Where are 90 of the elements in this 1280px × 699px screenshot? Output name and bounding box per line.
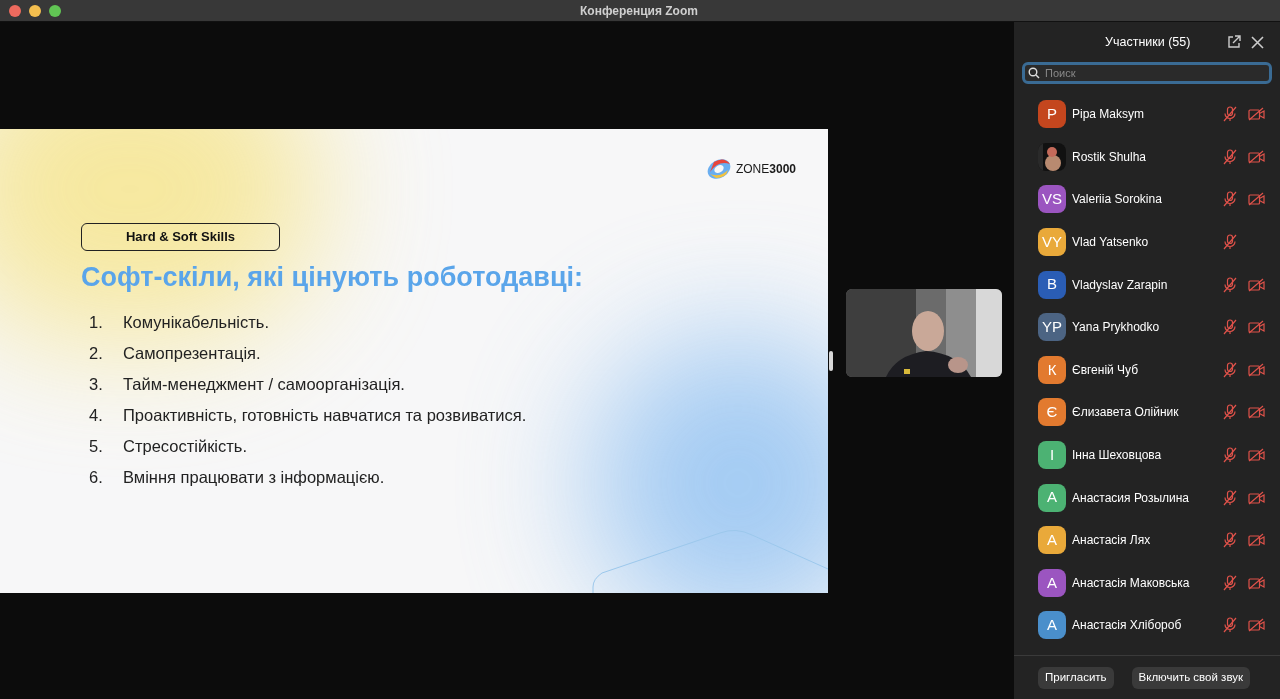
avatar: Є: [1038, 398, 1066, 427]
list-item: Стресостійкість.: [123, 435, 247, 457]
participant-name: Pipa Maksym: [1072, 106, 1146, 124]
avatar: VS: [1038, 185, 1066, 214]
participant-name: Анастасия Розылина: [1072, 489, 1191, 507]
video-off-icon[interactable]: [1247, 533, 1265, 548]
close-icon[interactable]: [1251, 35, 1264, 49]
video-off-icon[interactable]: [1247, 149, 1265, 164]
avatar: VY: [1038, 228, 1066, 257]
participant-row[interactable]: А Анастасия Розылина: [1014, 476, 1280, 519]
video-off-icon[interactable]: [1247, 192, 1265, 207]
participant-row[interactable]: А Анастасія Лях: [1014, 518, 1280, 562]
participant-name: Інна Шеховцова: [1072, 447, 1163, 465]
resize-handle[interactable]: [829, 350, 833, 371]
video-off-icon[interactable]: [1247, 405, 1265, 420]
participant-name: Vladyslav Zarapin: [1072, 276, 1169, 294]
participant-name: Valeriia Sorokina: [1072, 191, 1163, 209]
minimize-window-button[interactable]: [29, 4, 41, 17]
list-number: 1.: [89, 311, 104, 333]
muted-microphone-icon[interactable]: [1223, 234, 1237, 251]
list-item: Вміння працювати з інформацією.: [123, 466, 385, 488]
video-off-icon[interactable]: [1247, 575, 1265, 590]
panel-button[interactable]: Включить свой звук: [1131, 666, 1251, 689]
participant-name: Анастасія Маковська: [1072, 574, 1191, 592]
participant-row[interactable]: B Vladyslav Zarapin: [1014, 263, 1280, 306]
slide-title: Софт-скіли, які цінують роботодавці:: [81, 260, 584, 294]
panel-title: Участники (55): [1105, 33, 1191, 51]
participant-name: Rostik Shulha: [1072, 148, 1148, 166]
participant-row[interactable]: І Інна Шеховцова: [1014, 433, 1280, 477]
muted-microphone-icon[interactable]: [1223, 361, 1237, 378]
list-number: 2.: [89, 342, 104, 364]
avatar: P: [1038, 100, 1066, 129]
participant-row[interactable]: А Анастасія Хлібороб: [1014, 604, 1280, 647]
panel-button[interactable]: Пригласить: [1038, 666, 1114, 689]
list-item: Тайм-менеджмент / самоорганізація.: [123, 373, 405, 395]
participant-name: Євгеній Чуб: [1072, 361, 1140, 379]
avatar: YP: [1038, 313, 1066, 342]
muted-microphone-icon[interactable]: [1223, 106, 1237, 123]
participant-row[interactable]: Є Єлизавета Олійник: [1014, 391, 1280, 434]
muted-microphone-icon[interactable]: [1223, 574, 1237, 591]
muted-microphone-icon[interactable]: [1223, 404, 1237, 421]
muted-microphone-icon[interactable]: [1223, 191, 1237, 208]
video-off-icon[interactable]: [1247, 490, 1265, 505]
video-off-icon[interactable]: [1247, 320, 1265, 335]
list-number: 6.: [89, 466, 104, 488]
search-icon: [1028, 67, 1040, 79]
participant-row[interactable]: P Pipa Maksym: [1014, 93, 1280, 136]
muted-microphone-icon[interactable]: [1223, 319, 1237, 336]
avatar: А: [1038, 483, 1066, 512]
participant-row[interactable]: VS Valeriia Sorokina: [1014, 178, 1280, 221]
close-window-button[interactable]: [9, 4, 21, 17]
avatar: А: [1038, 611, 1066, 640]
muted-microphone-icon[interactable]: [1223, 276, 1237, 293]
video-off-icon[interactable]: [1247, 277, 1265, 292]
participant-name: Vlad Yatsenko: [1072, 234, 1150, 252]
muted-microphone-icon[interactable]: [1223, 617, 1237, 634]
avatar: А: [1038, 568, 1066, 597]
list-number: 4.: [89, 404, 104, 426]
avatar: К: [1038, 355, 1066, 384]
pop-out-icon[interactable]: [1227, 35, 1241, 49]
muted-microphone-icon[interactable]: [1223, 532, 1237, 549]
participant-name: Анастасія Лях: [1072, 532, 1152, 550]
avatar: А: [1038, 526, 1066, 555]
avatar: B: [1038, 270, 1066, 299]
list-item: Комунікабельність.: [123, 311, 269, 333]
participant-name: Єлизавета Олійник: [1072, 404, 1180, 422]
participant-row[interactable]: Rostik Shulha: [1014, 135, 1280, 179]
participant-name: Анастасія Хлібороб: [1072, 617, 1183, 635]
muted-microphone-icon[interactable]: [1223, 148, 1237, 165]
avatar: І: [1038, 441, 1066, 470]
participant-row[interactable]: К Євгеній Чуб: [1014, 348, 1280, 392]
logo: ZONE3000: [705, 157, 796, 180]
list-item: Самопрезентація.: [123, 342, 261, 364]
section-label: Hard & Soft Skills: [81, 222, 280, 251]
zoom-window-button[interactable]: [49, 4, 61, 17]
video-off-icon[interactable]: [1247, 448, 1265, 463]
video-off-icon[interactable]: [1247, 362, 1265, 377]
list-item: Проактивність, готовність навчатися та розвиватися.: [123, 404, 527, 426]
list-number: 5.: [89, 435, 104, 457]
muted-microphone-icon[interactable]: [1223, 489, 1237, 506]
participant-row[interactable]: А Анастасія Маковська: [1014, 561, 1280, 605]
video-off-icon[interactable]: [1247, 618, 1265, 633]
video-off-icon[interactable]: [1247, 107, 1265, 122]
window-title: Конференция Zoom: [580, 2, 698, 20]
participant-name: Yana Prykhodko: [1072, 319, 1161, 337]
participant-row[interactable]: VY Vlad Yatsenko: [1014, 220, 1280, 264]
search-field[interactable]: Поиск: [1022, 62, 1272, 84]
list-number: 3.: [89, 373, 104, 395]
participant-row[interactable]: YP Yana Prykhodko: [1014, 305, 1280, 349]
muted-microphone-icon[interactable]: [1223, 447, 1237, 464]
